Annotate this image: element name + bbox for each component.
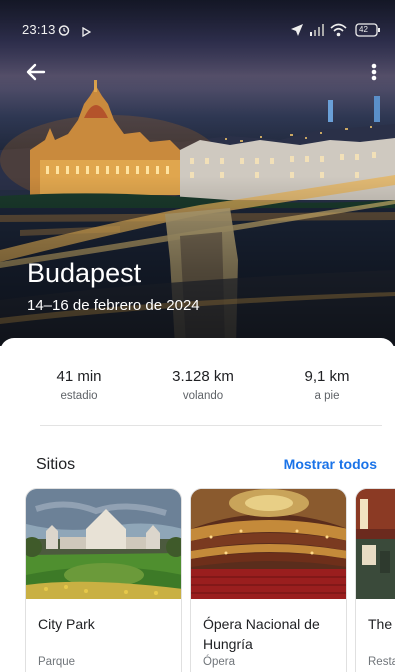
stat-value: 41 min	[56, 368, 102, 385]
trip-dates: 14–16 de febrero de 2024	[27, 297, 200, 314]
play-icon	[82, 25, 92, 40]
stat-item: 9,1 km a pie	[272, 368, 382, 402]
alarm-icon	[58, 24, 70, 39]
destination-title: Budapest	[27, 258, 142, 288]
place-name: The Rest	[368, 616, 395, 632]
status-time: 23:13	[22, 22, 56, 37]
show-all-button[interactable]: Mostrar todos	[284, 456, 377, 472]
places-carousel[interactable]: City Park Parque Ópera Nacional de Hungr…	[25, 488, 395, 672]
place-photo	[191, 489, 346, 599]
stat-label: estadio	[60, 390, 98, 402]
stat-label: volando	[182, 390, 224, 402]
arrow-back-icon	[20, 63, 52, 92]
location-arrow-icon	[290, 23, 304, 40]
place-type: Ópera	[203, 656, 235, 668]
more-options-button[interactable]	[360, 56, 388, 88]
stat-label: a pie	[314, 390, 340, 402]
place-photo	[356, 489, 395, 599]
more-vert-icon	[360, 63, 388, 92]
place-type: Resta	[368, 656, 395, 668]
stat-value: 9,1 km	[304, 368, 350, 385]
signal-icon	[309, 24, 325, 39]
back-button[interactable]	[20, 56, 52, 88]
places-section-title: Sitios	[36, 456, 76, 473]
stat-item: 41 min estadio	[24, 368, 134, 402]
place-type: Parque	[38, 656, 76, 668]
place-card[interactable]: The Rest Resta	[355, 488, 395, 672]
wifi-icon	[330, 23, 347, 40]
travel-stats: 41 min estadio 3.128 km volando 9,1 km a…	[0, 368, 395, 428]
status-bar: 23:13 42	[0, 0, 395, 52]
destination-hero-image: 23:13 42 Budapest 14–16 de febrero de 20…	[0, 0, 395, 346]
stat-value: 3.128 km	[172, 368, 234, 385]
place-name: City Park	[38, 616, 95, 632]
stat-item: 3.128 km volando	[148, 368, 258, 402]
place-card[interactable]: City Park Parque	[25, 488, 182, 672]
battery-level: 42	[359, 25, 368, 34]
place-name: Ópera Nacional de Hungría	[203, 616, 320, 652]
divider	[40, 425, 382, 426]
place-card[interactable]: Ópera Nacional de Hungría Ópera	[190, 488, 347, 672]
place-photo	[26, 489, 181, 599]
